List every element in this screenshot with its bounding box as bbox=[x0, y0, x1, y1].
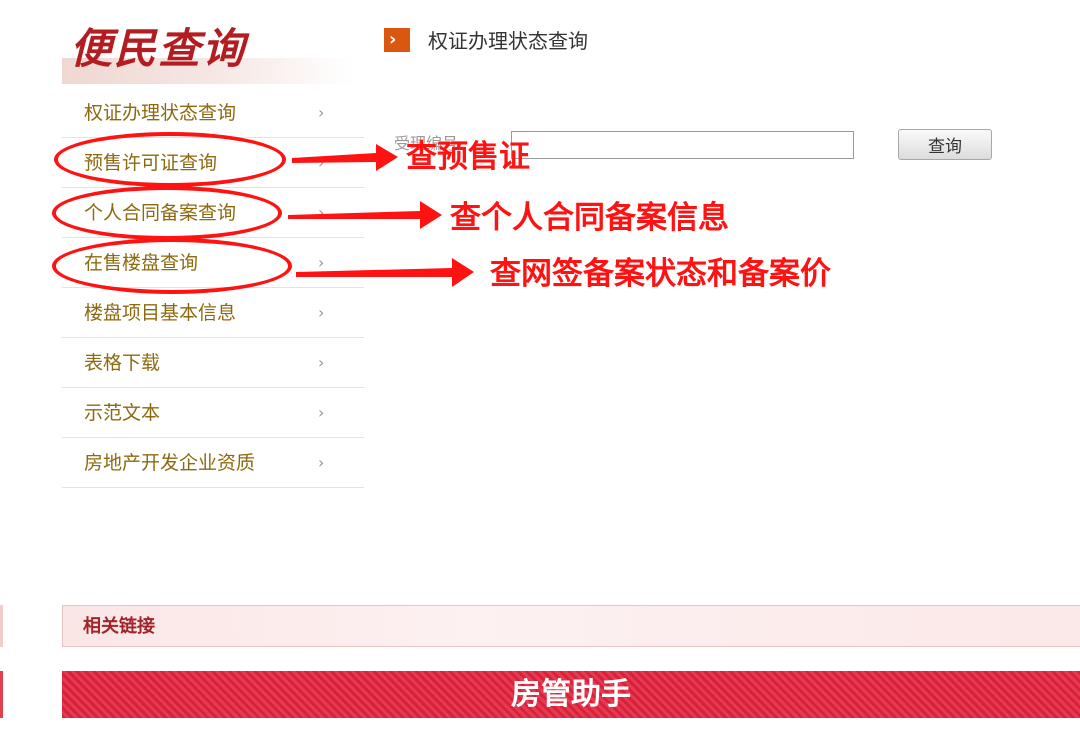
related-links-bar: 相关链接 bbox=[62, 605, 1080, 647]
chevron-right-icon: › bbox=[318, 403, 325, 422]
sidebar-item-label: 个人合同备案查询 bbox=[84, 202, 237, 224]
chevron-right-icon: › bbox=[318, 353, 325, 372]
acceptance-number-input[interactable] bbox=[511, 131, 854, 159]
sidebar-item-contract-filing[interactable]: 个人合同备案查询 › bbox=[62, 188, 364, 238]
chevron-right-icon: › bbox=[318, 253, 325, 272]
sidebar-item-properties-on-sale[interactable]: 在售楼盘查询 › bbox=[62, 238, 364, 288]
logo: 便民查询 bbox=[62, 18, 354, 84]
annotation-text-contract: 查个人合同备案信息 bbox=[450, 200, 729, 236]
banner-label: 房管助手 bbox=[511, 677, 631, 712]
sidebar-item-certificate-status[interactable]: 权证办理状态查询 › bbox=[62, 88, 364, 138]
page-title: 权证办理状态查询 bbox=[428, 29, 588, 53]
chevron-right-icon: › bbox=[318, 303, 325, 322]
housing-assistant-banner[interactable]: 房管助手 bbox=[62, 671, 1080, 718]
sidebar-item-label: 表格下载 bbox=[84, 352, 161, 374]
sidebar: 权证办理状态查询 › 预售许可证查询 › 个人合同备案查询 › 在售楼盘查询 ›… bbox=[62, 88, 364, 488]
related-links-label: 相关链接 bbox=[83, 616, 155, 637]
sidebar-item-label: 楼盘项目基本信息 bbox=[84, 302, 237, 324]
sidebar-item-label: 在售楼盘查询 bbox=[84, 252, 199, 274]
annotation-text-on-sale: 查网签备案状态和备案价 bbox=[490, 256, 831, 292]
sidebar-item-project-info[interactable]: 楼盘项目基本信息 › bbox=[62, 288, 364, 338]
chevron-right-icon: › bbox=[318, 203, 325, 222]
title-arrow-icon: › bbox=[384, 28, 410, 52]
logo-text: 便民查询 bbox=[70, 24, 247, 73]
sidebar-item-label: 权证办理状态查询 bbox=[84, 102, 237, 124]
sidebar-item-presale-permit[interactable]: 预售许可证查询 › bbox=[62, 138, 364, 188]
left-edge-sliver bbox=[0, 605, 3, 647]
chevron-right-icon: › bbox=[318, 103, 325, 122]
chevron-right-icon: › bbox=[318, 453, 325, 472]
sidebar-item-label: 示范文本 bbox=[84, 402, 161, 424]
sidebar-item-label: 预售许可证查询 bbox=[84, 152, 218, 174]
query-button[interactable]: 查询 bbox=[898, 129, 992, 160]
chevron-right-icon: › bbox=[318, 153, 325, 172]
sidebar-item-label: 房地产开发企业资质 bbox=[84, 452, 256, 474]
sidebar-item-developer-qualification[interactable]: 房地产开发企业资质 › bbox=[62, 438, 364, 488]
acceptance-number-label: 受理编号 bbox=[394, 134, 459, 153]
sidebar-item-form-download[interactable]: 表格下载 › bbox=[62, 338, 364, 388]
sidebar-item-template-text[interactable]: 示范文本 › bbox=[62, 388, 364, 438]
left-edge-sliver bbox=[0, 671, 3, 718]
